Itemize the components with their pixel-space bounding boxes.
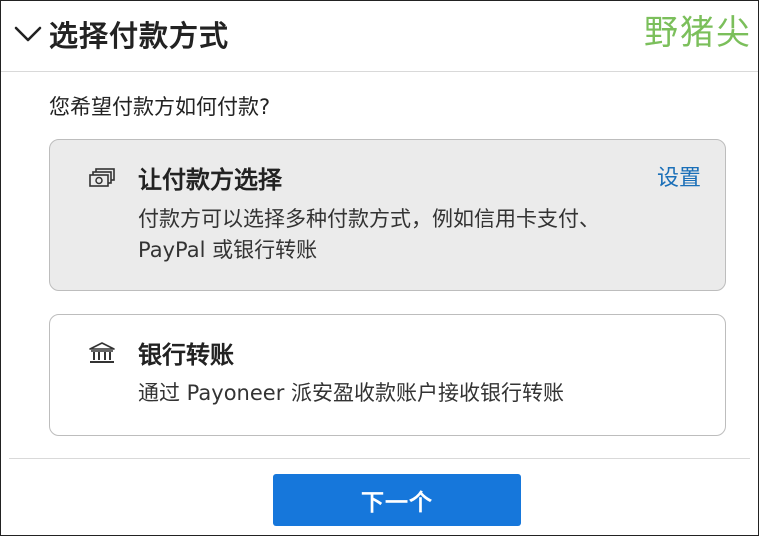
bank-icon (89, 342, 115, 363)
panel-header: 选择付款方式 野猪尖 (1, 1, 758, 72)
next-button[interactable]: 下一个 (273, 474, 521, 526)
option-bank-transfer[interactable]: 银行转账 通过 Payoneer 派安盈收款账户接收银行转账 (49, 314, 726, 436)
footer-divider (9, 458, 750, 459)
option-title: 银行转账 (138, 341, 234, 369)
watermark: 野猪尖 (644, 13, 752, 53)
payment-method-panel: 选择付款方式 野猪尖 您希望付款方如何付款? 让付款方选择 设置 付款方可以选择… (0, 0, 759, 536)
question-label: 您希望付款方如何付款? (49, 95, 271, 119)
option-description: 付款方可以选择多种付款方式，例如信用卡支付、PayPal 或银行转账 (138, 207, 600, 262)
chevron-down-icon[interactable] (13, 19, 43, 49)
option-let-payer-choose[interactable]: 让付款方选择 设置 付款方可以选择多种付款方式，例如信用卡支付、PayPal 或… (49, 139, 726, 291)
settings-link[interactable]: 设置 (657, 160, 701, 192)
option-description: 通过 Payoneer 派安盈收款账户接收银行转账 (138, 381, 564, 405)
cash-icon (89, 168, 115, 187)
page-title: 选择付款方式 (49, 19, 230, 53)
option-title: 让付款方选择 (138, 166, 282, 194)
